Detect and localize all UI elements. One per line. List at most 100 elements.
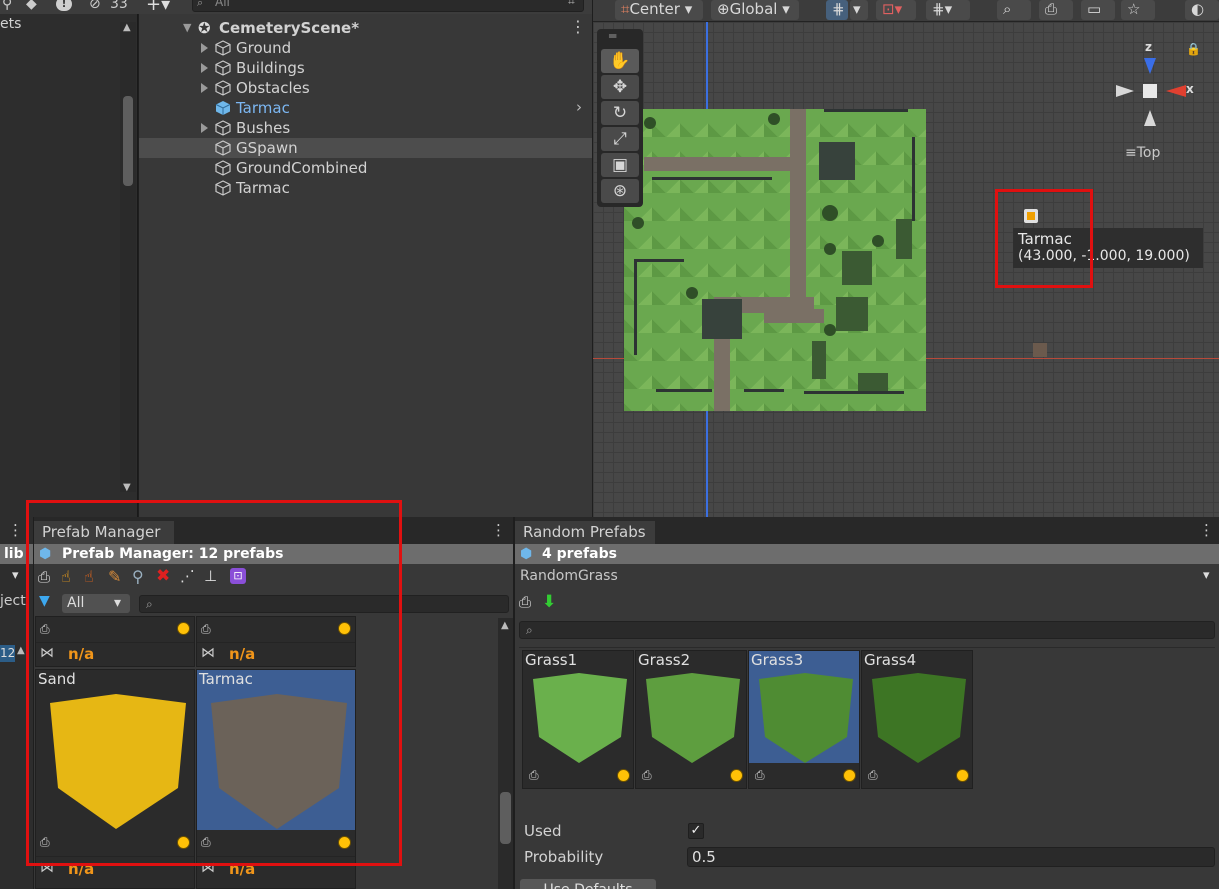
expand-arrow-icon[interactable] bbox=[201, 123, 208, 133]
scroll-down-icon[interactable]: ▼ bbox=[123, 482, 131, 493]
snap-increment-button[interactable]: ⊡▾ bbox=[876, 0, 916, 20]
move-tool-button[interactable]: ✥ bbox=[601, 75, 639, 99]
lock-icon[interactable]: 🔒 bbox=[1186, 42, 1201, 56]
hierarchy-item-label: Ground bbox=[236, 39, 292, 57]
bush-block bbox=[858, 373, 888, 391]
camera-icon[interactable]: ⎙ bbox=[519, 593, 531, 611]
hierarchy-panel: ▼ ✪ CemeteryScene* ⋮ Ground Buildings Ob… bbox=[139, 14, 592, 517]
prefab-list-scrollbar[interactable]: ▲ bbox=[498, 618, 513, 889]
used-label: Used bbox=[524, 822, 562, 840]
expand-arrow-icon[interactable] bbox=[201, 43, 208, 53]
grid-visibility-button[interactable]: ⋕▾ bbox=[926, 0, 970, 20]
library-label: ject bbox=[0, 593, 26, 609]
rect-tool-button[interactable]: ▣ bbox=[601, 153, 639, 177]
tab-random-prefabs[interactable]: Random Prefabs bbox=[515, 521, 655, 544]
top-toolbar: ⚲ ◆ ! ⊘ 33 +▾ ⌕ All ⌗ bbox=[0, 0, 592, 15]
pivot-center-button[interactable]: ⌗Center ▾ bbox=[615, 0, 703, 20]
scale-tool-button[interactable]: ⤢ bbox=[601, 127, 639, 151]
use-defaults-button[interactable]: Use Defaults bbox=[520, 879, 656, 889]
search-options-icon[interactable]: ⌗ bbox=[568, 0, 575, 9]
global-space-button[interactable]: ⊕Global ▾ bbox=[711, 0, 799, 20]
sphere-icon: ◐ bbox=[1191, 0, 1205, 18]
expand-arrow-icon[interactable]: ▼ bbox=[183, 18, 191, 38]
probability-field[interactable]: 0.5 bbox=[687, 847, 1215, 867]
warning-icon[interactable]: ! bbox=[56, 0, 72, 11]
more-options-icon[interactable]: ⋮ bbox=[570, 17, 586, 37]
building bbox=[702, 299, 742, 339]
random-prefab-card-grass1[interactable]: Grass1 ⎙ bbox=[522, 650, 634, 789]
bush-block bbox=[812, 341, 826, 379]
gizmo-axes bbox=[1116, 58, 1186, 126]
add-button[interactable]: +▾ bbox=[146, 0, 170, 15]
scroll-thumb[interactable] bbox=[123, 96, 133, 186]
hierarchy-item-tarmac-prefab[interactable]: Tarmac › bbox=[139, 98, 592, 118]
fence bbox=[912, 137, 915, 221]
add-arrow-icon[interactable]: ⬇ bbox=[542, 592, 556, 612]
hierarchy-item-bushes[interactable]: Bushes bbox=[139, 118, 592, 138]
search-placeholder: All bbox=[215, 0, 230, 9]
transform-tool-button[interactable]: ⊛ bbox=[601, 179, 639, 203]
hand-tool-button[interactable]: ✋ bbox=[601, 49, 639, 73]
camera-icon[interactable]: ⎙ bbox=[642, 769, 658, 782]
prefab-name: Grass4 bbox=[864, 651, 917, 669]
search-button[interactable]: ⌕ bbox=[997, 0, 1031, 20]
hierarchy-item-gspawn[interactable]: GSpawn bbox=[139, 138, 592, 158]
highlight-box bbox=[995, 189, 1093, 288]
hierarchy-item-ground[interactable]: Ground bbox=[139, 38, 592, 58]
camera-icon[interactable]: ⎙ bbox=[868, 769, 884, 782]
scroll-up-icon[interactable]: ▲ bbox=[123, 22, 131, 33]
drag-handle-icon[interactable]: ═ bbox=[609, 29, 616, 43]
expand-arrow-icon[interactable] bbox=[201, 83, 208, 93]
chevron-down-icon[interactable]: ▾ bbox=[12, 568, 19, 583]
hierarchy-search-input[interactable]: ⌕ All ⌗ bbox=[192, 0, 584, 12]
project-panel: ets ▲ ▼ bbox=[0, 14, 138, 517]
space-label: Global bbox=[729, 0, 778, 18]
search-icon: ⌕ bbox=[526, 623, 533, 637]
scroll-up-icon[interactable]: ▲ bbox=[501, 620, 509, 631]
random-group-dropdown[interactable]: RandomGrass ▾ bbox=[515, 566, 1219, 588]
view-mode-label[interactable]: ≡Top bbox=[1125, 145, 1160, 161]
scene-icon[interactable]: ⚲ bbox=[2, 0, 12, 12]
more-options-icon[interactable]: ⋮ bbox=[1199, 521, 1214, 539]
orientation-gizmo[interactable]: z x 🔒 bbox=[1110, 40, 1210, 130]
scene-name: CemeteryScene* bbox=[219, 19, 360, 37]
prefab-preview-grass3 bbox=[759, 673, 853, 763]
camera-icon[interactable]: ⎙ bbox=[529, 769, 545, 782]
chevron-right-icon[interactable]: › bbox=[576, 97, 582, 117]
chevron-down-icon: ▾ bbox=[679, 0, 693, 18]
rotate-tool-button[interactable]: ↻ bbox=[601, 101, 639, 125]
eye-hidden-icon[interactable]: ⊘ bbox=[89, 0, 101, 12]
grid-icon: ⋕▾ bbox=[932, 0, 953, 18]
hierarchy-item-obstacles[interactable]: Obstacles bbox=[139, 78, 592, 98]
grid-dropdown-button[interactable]: ▾ bbox=[850, 0, 868, 20]
placeholder-object bbox=[1033, 343, 1047, 357]
favorite-button[interactable]: ☆ bbox=[1121, 0, 1155, 20]
project-scrollbar[interactable]: ▲ ▼ bbox=[120, 22, 136, 493]
more-options-icon[interactable]: ⋮ bbox=[491, 521, 506, 539]
prefab-icon bbox=[215, 101, 231, 115]
random-prefab-card-grass4[interactable]: Grass4 ⎙ bbox=[861, 650, 973, 789]
grid-snap-button[interactable]: ⋕ bbox=[826, 0, 848, 20]
hierarchy-item-groundcombined[interactable]: GroundCombined bbox=[139, 158, 592, 178]
hierarchy-item-buildings[interactable]: Buildings bbox=[139, 58, 592, 78]
record-button[interactable]: ▭ bbox=[1081, 0, 1115, 20]
used-checkbox[interactable]: ✓ bbox=[688, 823, 704, 839]
scroll-up-icon[interactable]: ▲ bbox=[17, 645, 25, 656]
shading-button[interactable]: ◐ bbox=[1185, 0, 1219, 20]
camera-button[interactable]: ⎙ bbox=[1039, 0, 1073, 20]
random-prefab-card-grass2[interactable]: Grass2 ⎙ bbox=[635, 650, 747, 789]
scene-root-row[interactable]: ▼ ✪ CemeteryScene* ⋮ bbox=[139, 17, 592, 38]
hierarchy-item-tarmac[interactable]: Tarmac bbox=[139, 178, 592, 198]
more-options-icon[interactable]: ⋮ bbox=[8, 521, 23, 539]
random-search-input[interactable]: ⌕ bbox=[519, 621, 1215, 639]
expand-arrow-icon[interactable] bbox=[201, 63, 208, 73]
scroll-thumb[interactable] bbox=[500, 792, 511, 844]
bush-block bbox=[896, 219, 912, 259]
random-prefab-card-grass3[interactable]: Grass3 ⎙ bbox=[748, 650, 860, 789]
search-icon: ⌕ bbox=[1003, 0, 1012, 18]
video-icon: ▭ bbox=[1087, 0, 1102, 18]
level-map[interactable] bbox=[624, 109, 926, 411]
camera-icon[interactable]: ⎙ bbox=[755, 769, 771, 782]
tag-icon[interactable]: ◆ bbox=[26, 0, 37, 12]
road bbox=[644, 157, 790, 171]
